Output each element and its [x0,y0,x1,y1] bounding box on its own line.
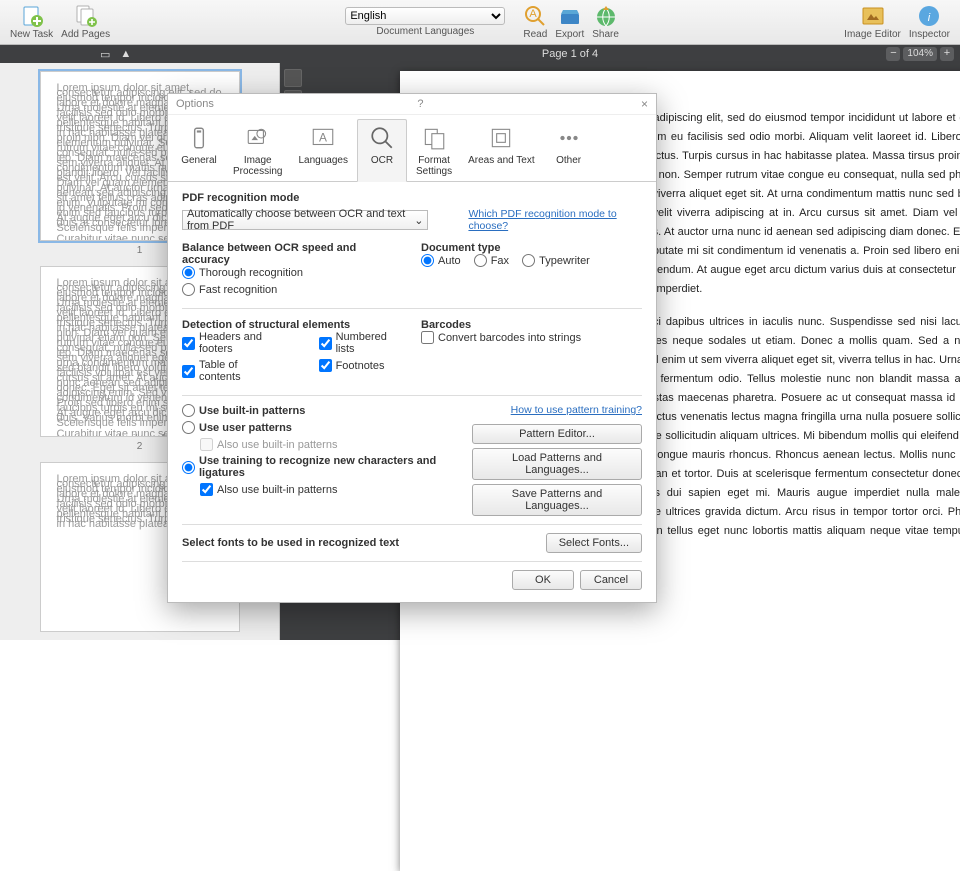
chk-barcodes[interactable]: Convert barcodes into strings [421,331,581,344]
tab-languages[interactable]: ALanguages [291,119,355,182]
chk-footnotes[interactable]: Footnotes [319,359,385,372]
save-patterns-button[interactable]: Save Patterns and Languages... [472,484,642,516]
tab-image-processing[interactable]: Image Processing [226,119,289,182]
chevron-down-icon: ⌄ [414,214,423,227]
share-icon [594,4,618,28]
read-label: Read [523,29,547,40]
doc-type-heading: Document type [421,242,642,254]
document-header-bar: ▭ ▲ Page 1 of 4 − 104% + [0,45,960,63]
share-label: Share [592,29,619,40]
image-editor-button[interactable]: Image Editor [844,4,901,40]
tab-format-settings[interactable]: Format Settings [409,119,459,182]
chk-headers[interactable]: Headers and footers [182,331,279,355]
export-icon [558,4,582,28]
options-dialog: Options ? × General Image Processing ALa… [167,93,657,603]
read-button[interactable]: A Read [523,4,547,40]
help-icon[interactable]: ? [417,98,423,110]
radio-fast[interactable]: Fast recognition [182,283,277,296]
vtool-1[interactable] [284,69,302,87]
load-patterns-button[interactable]: Load Patterns and Languages... [472,448,642,480]
magnifier-icon: A [523,4,547,28]
options-tabs: General Image Processing ALanguages OCR … [168,115,656,182]
new-task-icon [20,4,44,28]
radio-auto[interactable]: Auto [421,254,461,267]
general-icon [185,124,213,152]
image-processing-icon [244,124,272,152]
radio-fax[interactable]: Fax [474,254,509,267]
languages-icon: A [309,124,337,152]
svg-text:A: A [319,130,327,144]
select-fonts-button[interactable]: Select Fonts... [546,533,642,553]
ocr-icon [368,124,396,152]
fonts-heading: Select fonts to be used in recognized te… [182,537,399,549]
image-editor-icon [861,4,885,28]
chk-toc[interactable]: Table of contents [182,359,279,383]
add-pages-icon [74,4,98,28]
zoom-in-button[interactable]: + [940,47,954,61]
pdf-mode-select[interactable]: Automatically choose between OCR and tex… [182,210,428,230]
radio-builtin-patterns[interactable]: Use built-in patterns [182,404,472,417]
inspector-button[interactable]: i Inspector [909,4,950,40]
page-indicator: Page 1 of 4 [280,48,860,60]
radio-thorough[interactable]: Thorough recognition [182,266,303,279]
pattern-editor-button[interactable]: Pattern Editor... [472,424,642,444]
doc-language-group: English Document Languages [345,7,505,37]
thumbnail-1-number: 1 [137,245,143,256]
more-icon [555,124,583,152]
format-icon [420,124,448,152]
tab-areas-text[interactable]: Areas and Text [461,119,542,182]
radio-typewriter[interactable]: Typewriter [522,254,590,267]
balance-heading: Balance between OCR speed and accuracy [182,242,403,266]
new-task-button[interactable]: New Task [10,4,53,40]
export-label: Export [555,29,584,40]
cancel-button[interactable]: Cancel [580,570,642,590]
tab-other[interactable]: Other [544,119,594,182]
barcodes-heading: Barcodes [421,319,642,331]
tab-general[interactable]: General [174,119,224,182]
dialog-title: Options [176,98,214,110]
chk-numbered[interactable]: Numbered lists [319,331,393,355]
image-editor-label: Image Editor [844,29,901,40]
zoom-out-button[interactable]: − [886,47,900,61]
add-pages-label: Add Pages [61,29,110,40]
tab-ocr[interactable]: OCR [357,119,407,182]
page-mode-icon[interactable]: ▭ [100,48,110,61]
doc-language-select[interactable]: English [345,7,505,25]
struct-heading: Detection of structural elements [182,319,403,331]
chk-also-builtin-2[interactable]: Also use built-in patterns [200,483,472,496]
zoom-value[interactable]: 104% [903,47,937,61]
doc-language-label: Document Languages [376,26,474,37]
inspector-label: Inspector [909,29,950,40]
radio-training[interactable]: Use training to recognize new characters… [182,455,472,479]
info-icon: i [917,4,941,28]
areas-icon [487,124,515,152]
ok-button[interactable]: OK [512,570,574,590]
radio-user-patterns[interactable]: Use user patterns [182,421,472,434]
top-toolbar: New Task Add Pages English Document Lang… [0,0,960,45]
pattern-training-link[interactable]: How to use pattern training? [472,404,642,416]
svg-text:A: A [530,8,538,20]
share-button[interactable]: Share [592,4,619,40]
new-task-label: New Task [10,29,53,40]
export-button[interactable]: Export [555,4,584,40]
pdf-mode-help-link[interactable]: Which PDF recognition mode to choose? [468,208,642,232]
chk-also-builtin-1: Also use built-in patterns [200,438,472,451]
warn-icon[interactable]: ▲ [120,48,131,61]
pdf-mode-heading: PDF recognition mode [182,192,642,204]
add-pages-button[interactable]: Add Pages [61,4,110,40]
close-icon[interactable]: × [641,97,648,111]
thumbnail-2-number: 2 [137,441,143,452]
